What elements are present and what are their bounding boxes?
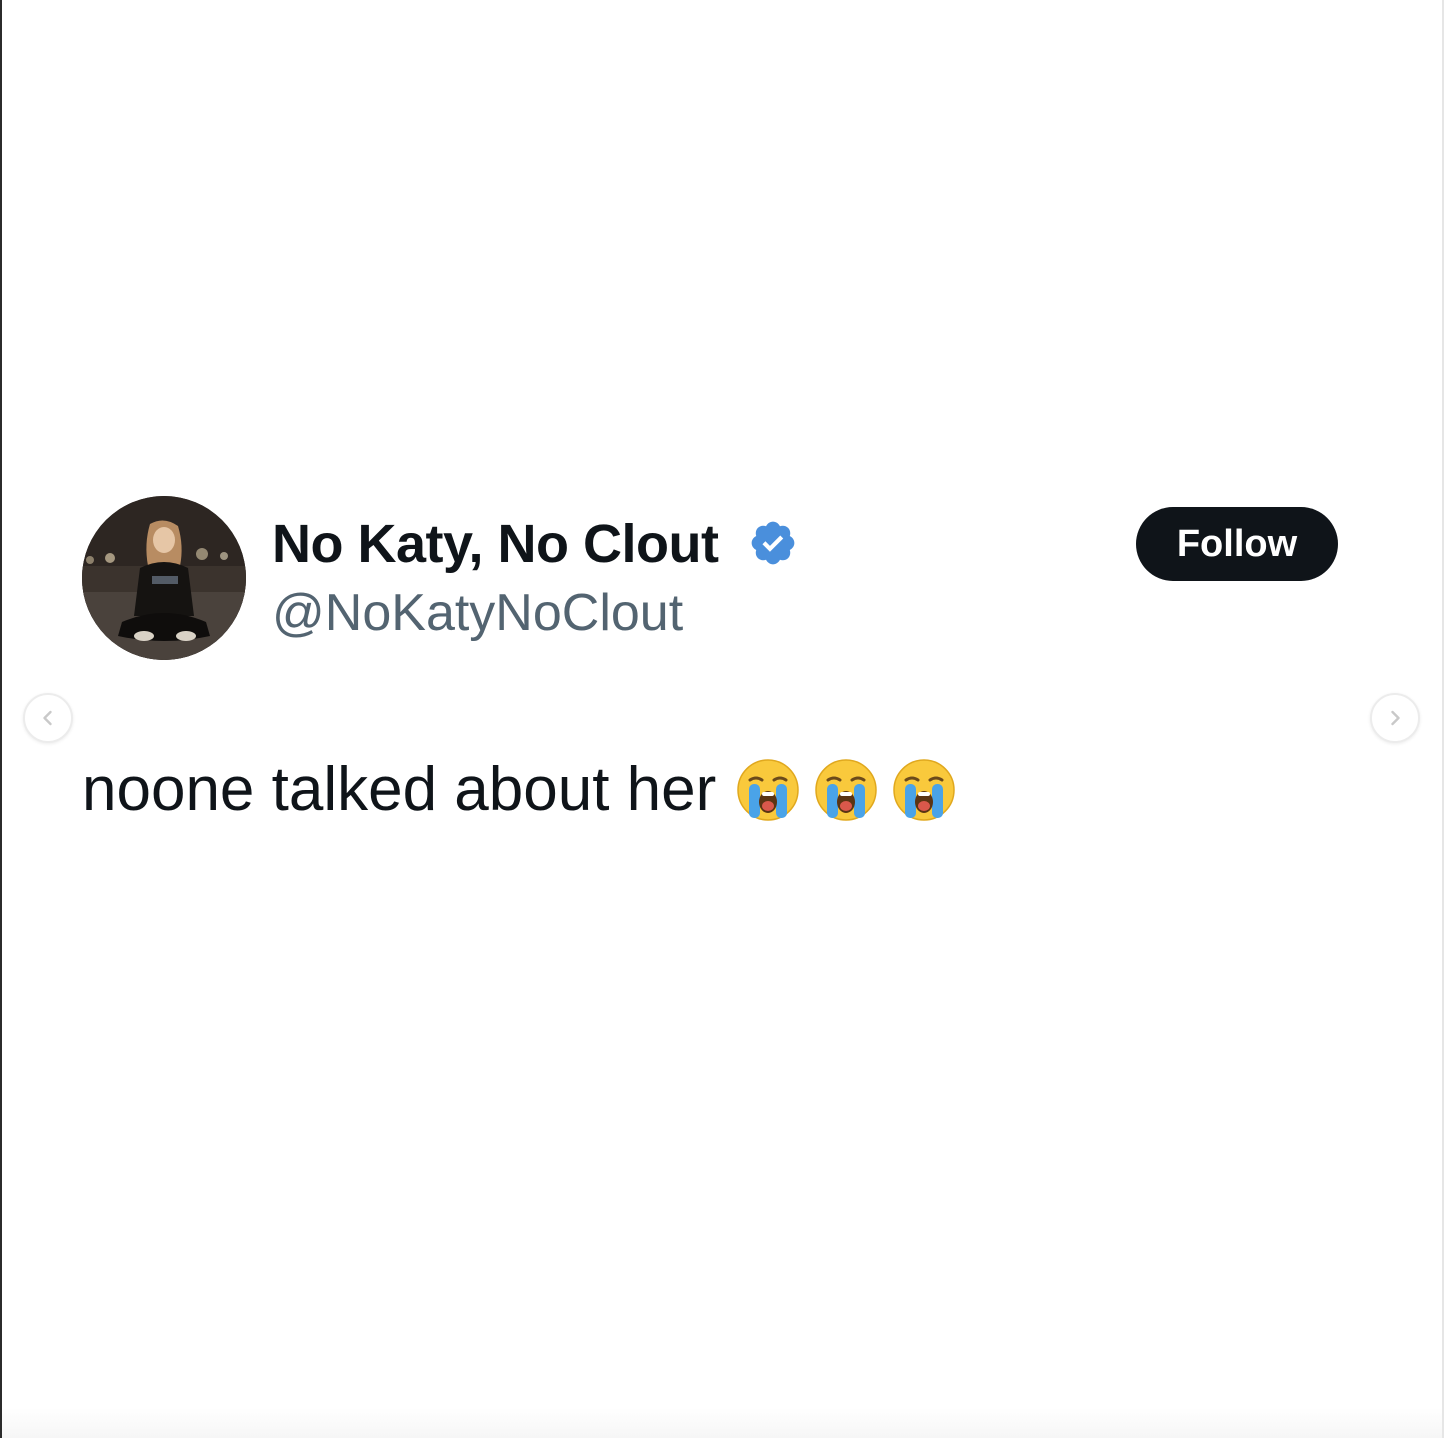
- bottom-shade: [2, 1408, 1442, 1438]
- user-handle[interactable]: @NoKatyNoClout: [272, 582, 683, 644]
- chevron-right-icon: [1391, 710, 1400, 726]
- loudly-crying-face-icon: [893, 759, 956, 821]
- chevron-left-icon: [43, 710, 52, 726]
- previous-slide-button[interactable]: [23, 693, 73, 743]
- avatar[interactable]: [82, 496, 246, 660]
- post-card: No Katy, No Clout @NoKatyNoClout Follow …: [0, 0, 1444, 1438]
- verified-badge-icon: [751, 521, 795, 565]
- emoji-group: [736, 758, 956, 822]
- next-slide-button[interactable]: [1370, 693, 1420, 743]
- tweet-text-row: noone talked about her: [82, 752, 956, 828]
- tweet-text: noone talked about her: [82, 755, 717, 824]
- display-name[interactable]: No Katy, No Clout: [272, 512, 719, 576]
- follow-button[interactable]: Follow: [1136, 507, 1338, 581]
- avatar-photo: [82, 496, 246, 660]
- loudly-crying-face-icon: [737, 759, 800, 821]
- left-border: [0, 0, 2, 1438]
- loudly-crying-face-icon: [815, 759, 878, 821]
